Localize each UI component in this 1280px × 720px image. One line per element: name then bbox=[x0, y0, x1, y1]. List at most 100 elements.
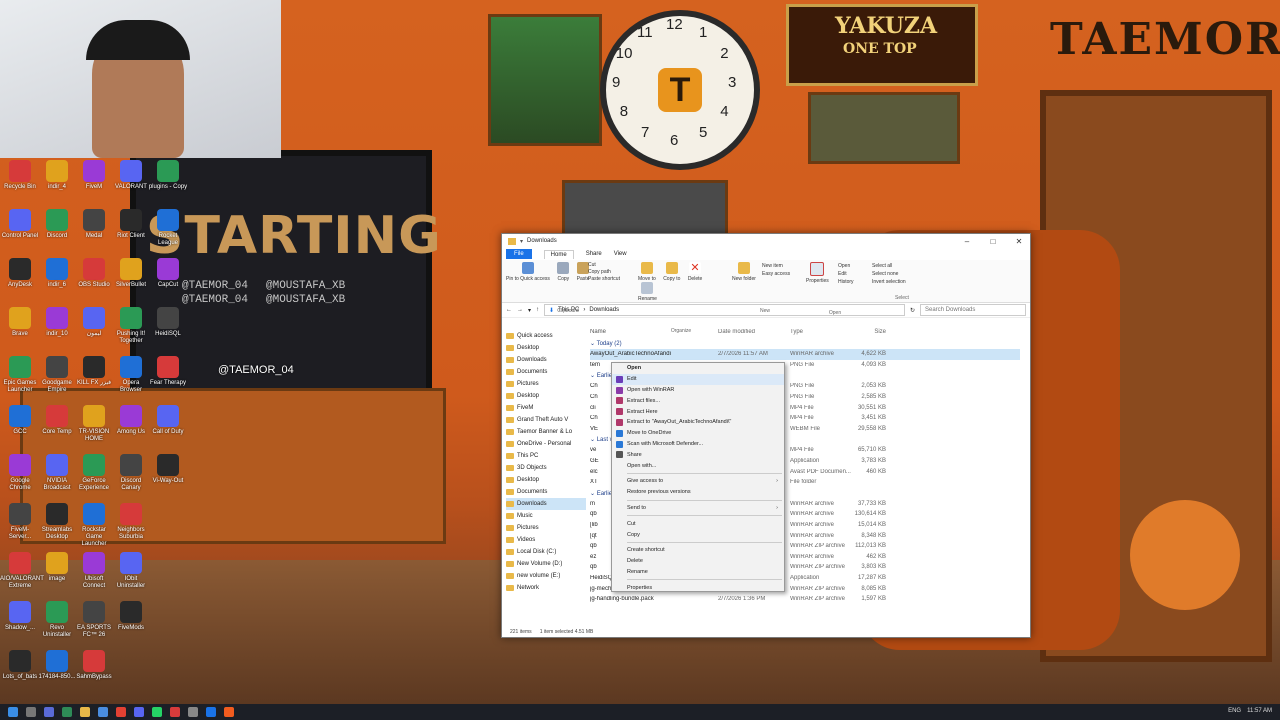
context-menu-item[interactable]: Move to OneDrive bbox=[612, 428, 784, 439]
nav-item[interactable]: Pictures bbox=[506, 378, 586, 390]
maximize-icon[interactable]: □ bbox=[982, 237, 1004, 246]
rename-button[interactable]: Rename bbox=[638, 282, 657, 302]
context-menu-item[interactable]: Delete bbox=[612, 556, 784, 567]
new-folder-button[interactable]: New folder bbox=[732, 262, 756, 282]
steam-icon[interactable] bbox=[206, 707, 216, 717]
desktop-icon[interactable]: Pushing It! Together bbox=[111, 307, 151, 345]
select-all-button[interactable]: Select all bbox=[872, 262, 932, 270]
nav-item[interactable]: Desktop bbox=[506, 390, 586, 402]
chrome-icon[interactable] bbox=[116, 707, 126, 717]
nav-item[interactable]: This PC bbox=[506, 450, 586, 462]
search-icon[interactable] bbox=[26, 707, 36, 717]
easy-access-button[interactable]: Easy access bbox=[762, 270, 790, 278]
whatsapp-icon[interactable] bbox=[152, 707, 162, 717]
desktop-icon[interactable]: indir_4 bbox=[37, 160, 77, 191]
open-button[interactable]: Open bbox=[838, 262, 854, 270]
context-menu-item[interactable]: Open with WinRAR bbox=[612, 385, 784, 396]
explorer-titlebar[interactable]: ▾ Downloads – □ ✕ bbox=[502, 234, 1030, 248]
desktop-icon[interactable]: Streamlabs Desktop bbox=[37, 503, 77, 541]
copy-to-button[interactable]: Copy to bbox=[663, 262, 680, 282]
desktop-icon[interactable]: Brave bbox=[0, 307, 40, 338]
edge-icon[interactable] bbox=[62, 707, 72, 717]
context-menu-item[interactable]: Properties bbox=[612, 582, 784, 593]
start-windows-icon[interactable] bbox=[8, 707, 18, 717]
tab-file[interactable]: File bbox=[506, 249, 532, 259]
clock-time[interactable]: 11:57 AM bbox=[1247, 708, 1272, 714]
nav-item[interactable]: Grand Theft Auto V bbox=[506, 414, 586, 426]
context-menu-item[interactable]: Give access to › bbox=[612, 476, 784, 487]
desktop-icon[interactable]: Call of Duty bbox=[148, 405, 188, 436]
desktop-icon[interactable]: Core Temp bbox=[37, 405, 77, 436]
context-menu-item[interactable]: Copy bbox=[612, 529, 784, 540]
nav-item[interactable]: FiveM bbox=[506, 402, 586, 414]
context-menu-item[interactable]: Extract Here bbox=[612, 406, 784, 417]
desktop-icon[interactable]: Discord bbox=[37, 209, 77, 240]
file-row[interactable]: AwayOut_ArabicTechnoAfandi 2/7/2026 11:57… bbox=[590, 349, 1020, 360]
desktop-icon[interactable]: plugins - Copy bbox=[148, 160, 188, 191]
context-menu-item[interactable]: Open bbox=[612, 363, 784, 374]
desktop-icon[interactable]: Epic Games Launcher bbox=[0, 356, 40, 394]
desktop-icon[interactable]: HeidiSQL bbox=[148, 307, 188, 338]
new-item-button[interactable]: New item bbox=[762, 262, 790, 270]
nav-item[interactable]: Pictures bbox=[506, 522, 586, 534]
desktop-icon[interactable]: Ubisoft Connect bbox=[74, 552, 114, 590]
context-menu-item[interactable]: Edit bbox=[612, 373, 784, 385]
tab-share[interactable]: Share bbox=[586, 251, 602, 257]
context-menu-item[interactable]: Open with... bbox=[612, 460, 784, 471]
discord-icon[interactable] bbox=[134, 707, 144, 717]
nav-item[interactable]: Desktop bbox=[506, 474, 586, 486]
quick-access-toolbar-icon[interactable]: ▾ bbox=[520, 238, 523, 245]
invert-selection-button[interactable]: Invert selection bbox=[872, 278, 932, 286]
search-input[interactable]: Search Downloads bbox=[920, 304, 1026, 316]
edit-button[interactable]: Edit bbox=[838, 270, 854, 278]
desktop-icon[interactable]: Opera Browser bbox=[111, 356, 151, 394]
properties-button[interactable]: Properties bbox=[806, 262, 829, 284]
nav-item[interactable]: Network bbox=[506, 582, 586, 594]
nav-item[interactable]: Downloads bbox=[506, 498, 586, 510]
refresh-icon[interactable]: ↻ bbox=[910, 307, 915, 314]
desktop-icon[interactable]: NVIDIA Broadcast bbox=[37, 454, 77, 492]
desktop-icon[interactable]: SilverBullet bbox=[111, 258, 151, 289]
desktop-icon[interactable]: OBS Studio bbox=[74, 258, 114, 289]
context-menu-item[interactable]: Share bbox=[612, 449, 784, 460]
desktop-icon[interactable]: Fear Therapy bbox=[148, 356, 188, 387]
nav-item[interactable]: Documents bbox=[506, 366, 586, 378]
desktop-icon[interactable]: Goodgame Empire bbox=[37, 356, 77, 394]
context-menu-item[interactable]: Scan with Microsoft Defender... bbox=[612, 439, 784, 450]
cut-button[interactable]: Cut bbox=[588, 262, 620, 269]
pin-quick-access-button[interactable]: Pin to Quick access bbox=[506, 262, 550, 282]
column-date[interactable]: Date modified bbox=[718, 329, 790, 335]
minimize-icon[interactable]: – bbox=[956, 237, 978, 246]
select-none-button[interactable]: Select none bbox=[872, 270, 932, 278]
group-header[interactable]: ⌄ Today (2) bbox=[590, 338, 1020, 349]
desktop-icon[interactable]: Recycle Bin bbox=[0, 160, 40, 191]
desktop-icon[interactable]: AIO/VALORANT Extreme bbox=[0, 552, 44, 590]
desktop-icon[interactable]: Control Panel bbox=[0, 209, 40, 240]
language-indicator[interactable]: ENG bbox=[1228, 708, 1241, 714]
desktop-icon[interactable]: FiveM bbox=[74, 160, 114, 191]
desktop-icon[interactable]: VALORANT bbox=[111, 160, 151, 191]
context-menu-item[interactable]: Extract to "AwayOut_ArabicTechnoAfandi\" bbox=[612, 417, 784, 428]
nav-item[interactable]: New Volume (D:) bbox=[506, 558, 586, 570]
nav-item[interactable]: Desktop bbox=[506, 342, 586, 354]
desktop-icon[interactable]: GCC bbox=[0, 405, 40, 436]
desktop-icon[interactable]: indir_6 bbox=[37, 258, 77, 289]
desktop-icon[interactable]: Rockstar Game Launcher bbox=[74, 503, 114, 548]
history-button[interactable]: History bbox=[838, 278, 854, 286]
copy-button[interactable]: Copy bbox=[557, 262, 570, 282]
nav-item[interactable]: Taemor Banner & Lo bbox=[506, 426, 586, 438]
nav-item[interactable]: Documents bbox=[506, 486, 586, 498]
desktop-icon[interactable]: TR-VISION HOME bbox=[74, 405, 114, 443]
copy-path-button[interactable]: Copy path bbox=[588, 269, 620, 276]
desktop-icon[interactable]: Vi-Way-Out bbox=[148, 454, 188, 485]
desktop-icon[interactable]: FiveMods bbox=[111, 601, 151, 632]
column-size[interactable]: Size bbox=[852, 329, 886, 335]
nav-item[interactable]: new volume (E:) bbox=[506, 570, 586, 582]
desktop-icon[interactable]: EA SPORTS FC™ 26 bbox=[74, 601, 114, 639]
desktop-icon[interactable]: AnyDesk bbox=[0, 258, 40, 289]
desktop-icon[interactable]: Google Chrome bbox=[0, 454, 40, 492]
delete-button[interactable]: ✕ Delete bbox=[688, 262, 702, 282]
riot-icon[interactable] bbox=[170, 707, 180, 717]
desktop-icon[interactable]: GeForce Experience bbox=[74, 454, 114, 492]
desktop-icon[interactable]: ليمون bbox=[74, 307, 114, 338]
